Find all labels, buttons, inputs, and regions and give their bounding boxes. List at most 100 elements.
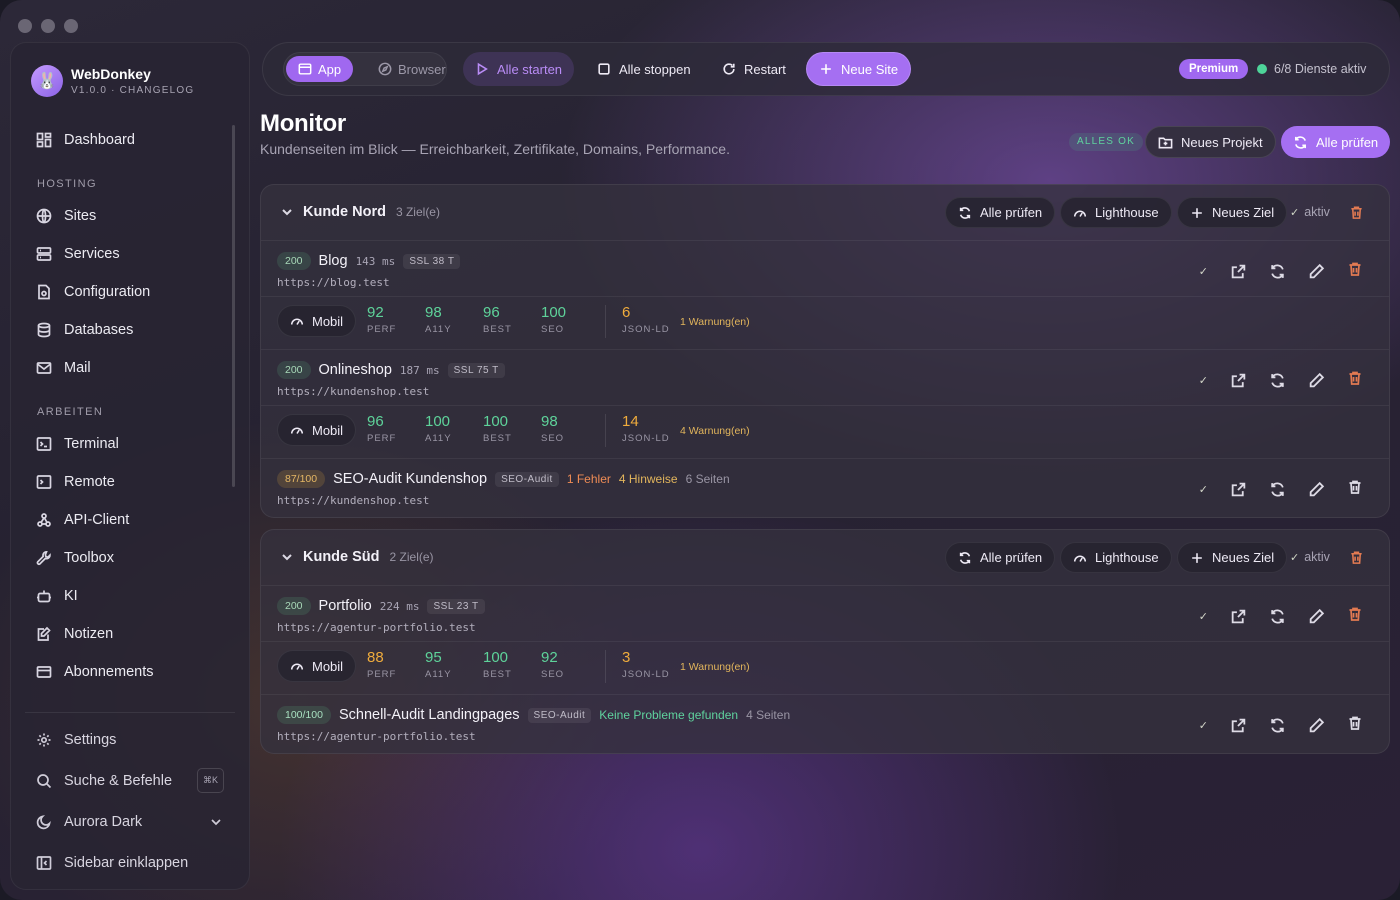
mode-app-button[interactable]: App <box>286 56 354 82</box>
pencil-icon[interactable] <box>1308 608 1325 625</box>
refresh-icon[interactable] <box>1269 481 1286 498</box>
row-actions: ✓ <box>1199 370 1363 391</box>
stop-all-button[interactable]: Alle stoppen <box>585 52 703 86</box>
gauge-icon <box>1073 210 1087 217</box>
sidebar-item-settings[interactable]: Settings <box>25 719 235 760</box>
metric-jsonld: 3 JSON-LD <box>622 649 670 680</box>
active-check-icon[interactable]: ✓ <box>1199 374 1208 387</box>
row-actions: ✓ <box>1199 261 1363 282</box>
services-status[interactable]: 6/8 Dienste aktiv <box>1257 59 1366 79</box>
refresh-icon[interactable] <box>1269 263 1286 280</box>
device-toggle-button[interactable]: Mobil <box>277 650 357 682</box>
metric-value: 14 <box>622 413 639 430</box>
mode-browser-button[interactable]: Browser <box>366 56 458 82</box>
target-name[interactable]: Portfolio <box>319 598 372 614</box>
device-toggle-button[interactable]: Mobil <box>277 414 357 446</box>
target-url[interactable]: https://agentur-portfolio.test <box>277 730 476 743</box>
audit-pages: 4 Seiten <box>746 708 791 722</box>
gauge-icon <box>1073 555 1087 562</box>
target-url[interactable]: https://kundenshop.test <box>277 385 429 398</box>
group-new-target-button[interactable]: Neues Ziel <box>1177 542 1288 573</box>
group-check-all-button[interactable]: Alle prüfen <box>945 197 1056 228</box>
warnings-count[interactable]: 4 Warnung(en) <box>680 425 750 437</box>
group-toggle[interactable]: Kunde Nord 3 Ziel(e) <box>281 204 440 220</box>
warnings-count[interactable]: 1 Warnung(en) <box>680 316 750 328</box>
group-toggle[interactable]: Kunde Süd 2 Ziel(e) <box>281 549 434 565</box>
external-link-icon[interactable] <box>1230 372 1247 389</box>
delete-group-button[interactable] <box>1349 550 1364 570</box>
sidebar-item-terminal[interactable]: Terminal <box>25 425 235 463</box>
group-lighthouse-button[interactable]: Lighthouse <box>1060 542 1172 573</box>
sidebar-item-dashboard[interactable]: Dashboard <box>25 121 235 159</box>
target-url[interactable]: https://kundenshop.test <box>277 494 429 507</box>
group-lighthouse-button[interactable]: Lighthouse <box>1060 197 1172 228</box>
target-row-seo-audit: 87/100 SEO-Audit Kundenshop SEO-Audit 1 … <box>261 459 1389 517</box>
new-site-button[interactable]: Neue Site <box>806 52 912 86</box>
group-active-toggle[interactable]: ✓ aktiv <box>1290 205 1330 219</box>
trash-icon <box>1349 371 1361 385</box>
target-url[interactable]: https://blog.test <box>277 276 390 289</box>
sidebar-item-services[interactable]: Services <box>25 235 235 273</box>
target-name[interactable]: SEO-Audit Kundenshop <box>333 471 487 487</box>
sidebar-item-api-client[interactable]: API-Client <box>25 501 235 539</box>
delete-target-button[interactable] <box>1347 370 1363 391</box>
pencil-icon[interactable] <box>1308 717 1325 734</box>
pencil-icon[interactable] <box>1308 263 1325 280</box>
minimize-window-button[interactable] <box>41 19 55 33</box>
zoom-window-button[interactable] <box>64 19 78 33</box>
premium-badge[interactable]: Premium <box>1179 59 1249 79</box>
target-name[interactable]: Onlineshop <box>319 362 392 378</box>
group-active-toggle[interactable]: ✓ aktiv <box>1290 550 1330 564</box>
audit-errors[interactable]: 1 Fehler <box>567 472 611 486</box>
pencil-icon[interactable] <box>1308 372 1325 389</box>
refresh-icon[interactable] <box>1269 717 1286 734</box>
sidebar-item-notizen[interactable]: Notizen <box>25 615 235 653</box>
external-link-icon[interactable] <box>1230 263 1247 280</box>
active-check-icon[interactable]: ✓ <box>1199 719 1208 732</box>
sidebar-item-toolbox[interactable]: Toolbox <box>25 539 235 577</box>
delete-target-button[interactable] <box>1347 606 1363 627</box>
group-check-all-button[interactable]: Alle prüfen <box>945 542 1056 573</box>
sidebar-item-ki[interactable]: KI <box>25 577 235 615</box>
search-command-button[interactable]: Suche & Befehle ⌘K <box>25 760 235 801</box>
delete-target-button[interactable] <box>1347 479 1363 500</box>
restart-button[interactable]: Restart <box>710 52 798 86</box>
folder-plus-icon <box>1158 136 1173 148</box>
brand[interactable]: 🐰 WebDonkey V1.0.0 · CHANGELOG <box>31 65 194 97</box>
new-project-button[interactable]: Neues Projekt <box>1145 126 1276 158</box>
sidebar-item-remote[interactable]: Remote <box>25 463 235 501</box>
device-toggle-button[interactable]: Mobil <box>277 305 357 337</box>
sidebar-item-configuration[interactable]: Configuration <box>25 273 235 311</box>
sidebar-item-databases[interactable]: Databases <box>25 311 235 349</box>
sidebar-item-abonnements[interactable]: Abonnements <box>25 653 235 691</box>
check-all-button[interactable]: Alle prüfen <box>1281 126 1391 158</box>
audit-hints[interactable]: 4 Hinweise <box>619 472 678 486</box>
active-check-icon[interactable]: ✓ <box>1199 265 1208 278</box>
start-all-button[interactable]: Alle starten <box>463 52 575 86</box>
target-url[interactable]: https://agentur-portfolio.test <box>277 621 476 634</box>
metric-label: A11Y <box>425 324 452 335</box>
sidebar-item-sites[interactable]: Sites <box>25 197 235 235</box>
active-check-icon[interactable]: ✓ <box>1199 610 1208 623</box>
target-name[interactable]: Blog <box>319 253 348 269</box>
delete-target-button[interactable] <box>1347 715 1363 736</box>
sidebar-scrollbar[interactable] <box>232 125 235 487</box>
theme-selector[interactable]: Aurora Dark <box>25 801 235 842</box>
sidebar-item-mail[interactable]: Mail <box>25 349 235 387</box>
delete-group-button[interactable] <box>1349 205 1364 225</box>
pencil-icon[interactable] <box>1308 481 1325 498</box>
refresh-icon[interactable] <box>1269 372 1286 389</box>
target-name[interactable]: Schnell-Audit Landingpages <box>339 707 520 723</box>
refresh-icon[interactable] <box>1269 608 1286 625</box>
warnings-count[interactable]: 1 Warnung(en) <box>680 661 750 673</box>
external-link-icon[interactable] <box>1230 608 1247 625</box>
active-check-icon[interactable]: ✓ <box>1199 483 1208 496</box>
external-link-icon[interactable] <box>1230 717 1247 734</box>
delete-target-button[interactable] <box>1347 261 1363 282</box>
app-version[interactable]: V1.0.0 · CHANGELOG <box>71 85 194 96</box>
close-window-button[interactable] <box>18 19 32 33</box>
external-link-icon[interactable] <box>1230 481 1247 498</box>
group-new-target-button[interactable]: Neues Ziel <box>1177 197 1288 228</box>
status-dot-icon <box>1257 64 1267 74</box>
collapse-sidebar-button[interactable]: Sidebar einklappen <box>25 842 235 883</box>
